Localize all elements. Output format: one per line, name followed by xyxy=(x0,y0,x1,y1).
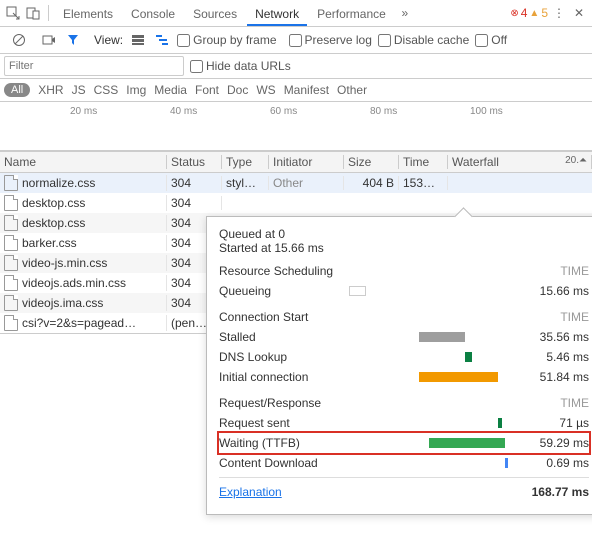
tab-network[interactable]: Network xyxy=(247,3,307,26)
timing-value: 59.29 ms xyxy=(515,436,589,450)
group-by-frame-checkbox[interactable]: Group by frame xyxy=(177,33,276,47)
file-icon xyxy=(4,255,18,271)
timing-value: 51.84 ms xyxy=(515,370,589,384)
disable-cache-checkbox[interactable]: Disable cache xyxy=(378,33,469,47)
timing-tooltip: Queued at 0 Started at 15.66 ms Resource… xyxy=(206,216,592,515)
file-icon xyxy=(4,275,18,291)
timeline-tick: 40 ms xyxy=(170,106,197,117)
error-badge[interactable]: ⊗4 xyxy=(510,6,527,20)
timing-label: Queueing xyxy=(219,284,349,298)
table-header[interactable]: Name Status Type Initiator Size Time Wat… xyxy=(0,151,592,173)
col-initiator[interactable]: Initiator xyxy=(269,155,344,169)
type-doc[interactable]: Doc xyxy=(227,83,248,97)
total-time: 168.77 ms xyxy=(515,485,589,499)
tab-elements[interactable]: Elements xyxy=(55,3,121,26)
view-label: View: xyxy=(94,33,123,47)
timing-label: DNS Lookup xyxy=(219,350,349,364)
timeline-tick: 20 ms xyxy=(70,106,97,117)
device-icon[interactable] xyxy=(24,4,42,22)
timing-bar xyxy=(419,332,465,342)
type-xhr[interactable]: XHR xyxy=(38,83,63,97)
clear-icon[interactable] xyxy=(10,31,28,49)
waterfall-view-icon[interactable] xyxy=(153,31,171,49)
type-font[interactable]: Font xyxy=(195,83,219,97)
table-row[interactable]: normalize.css304styl…Other404 B153… xyxy=(0,173,592,193)
type-other[interactable]: Other xyxy=(337,83,367,97)
col-name[interactable]: Name xyxy=(0,155,167,169)
tab-performance[interactable]: Performance xyxy=(309,3,394,26)
timing-value: 0.69 ms xyxy=(515,456,589,470)
timing-label: Content Download xyxy=(219,456,349,470)
timing-label: Request sent xyxy=(219,416,349,430)
timing-bar xyxy=(419,372,499,382)
file-icon xyxy=(4,195,18,211)
filter-input[interactable] xyxy=(4,56,184,76)
type-ws[interactable]: WS xyxy=(256,83,275,97)
timing-bar xyxy=(429,438,505,448)
filter-icon[interactable] xyxy=(64,31,82,49)
close-icon[interactable]: ✕ xyxy=(570,4,588,22)
timing-bar xyxy=(505,458,508,468)
timing-value: 5.46 ms xyxy=(515,350,589,364)
col-waterfall[interactable]: Waterfall20.⏶ xyxy=(448,155,592,169)
timeline-tick: 80 ms xyxy=(370,106,397,117)
timing-label: Initial connection xyxy=(219,370,349,384)
preserve-log-checkbox[interactable]: Preserve log xyxy=(289,33,372,47)
overview-timeline[interactable]: 20 ms 40 ms 60 ms 80 ms 100 ms xyxy=(0,102,592,151)
file-icon xyxy=(4,295,18,311)
file-icon xyxy=(4,315,18,331)
panel-tabs: ElementsConsoleSourcesNetworkPerformance xyxy=(55,0,394,26)
more-tabs-icon[interactable]: » xyxy=(396,4,414,22)
timing-bar xyxy=(349,286,366,296)
kebab-icon[interactable]: ⋮ xyxy=(550,4,568,22)
timing-bar xyxy=(465,352,472,362)
warning-badge[interactable]: ▲5 xyxy=(529,6,548,20)
col-size[interactable]: Size xyxy=(344,155,399,169)
camera-icon[interactable] xyxy=(40,31,58,49)
type-img[interactable]: Img xyxy=(126,83,146,97)
timing-value: 15.66 ms xyxy=(515,284,589,298)
table-row[interactable]: desktop.css304 xyxy=(0,193,592,213)
type-filter-row: All XHR JS CSS Img Media Font Doc WS Manifest Oth… xyxy=(0,79,592,102)
timing-value: 35.56 ms xyxy=(515,330,589,344)
explanation-link[interactable]: Explanation xyxy=(219,485,282,499)
offline-checkbox[interactable]: Off xyxy=(475,33,507,47)
timing-bar xyxy=(498,418,501,428)
large-rows-icon[interactable] xyxy=(129,31,147,49)
file-icon xyxy=(4,215,18,231)
tab-console[interactable]: Console xyxy=(123,3,183,26)
timeline-tick: 100 ms xyxy=(470,106,503,117)
type-manifest[interactable]: Manifest xyxy=(284,83,329,97)
timing-label: Stalled xyxy=(219,330,349,344)
timing-label: Waiting (TTFB) xyxy=(219,436,349,450)
timing-value: 71 µs xyxy=(515,416,589,430)
type-js[interactable]: JS xyxy=(72,83,86,97)
queued-text: Queued at 0 xyxy=(219,227,589,241)
file-icon xyxy=(4,235,18,251)
col-status[interactable]: Status xyxy=(167,155,222,169)
type-css[interactable]: CSS xyxy=(94,83,119,97)
file-icon xyxy=(4,175,18,191)
col-time[interactable]: Time xyxy=(399,155,448,169)
hide-data-urls-checkbox[interactable]: Hide data URLs xyxy=(190,59,291,73)
col-type[interactable]: Type xyxy=(222,155,269,169)
started-text: Started at 15.66 ms xyxy=(219,241,589,255)
type-media[interactable]: Media xyxy=(154,83,187,97)
inspect-icon[interactable] xyxy=(4,4,22,22)
tab-sources[interactable]: Sources xyxy=(185,3,245,26)
timeline-tick: 60 ms xyxy=(270,106,297,117)
type-all[interactable]: All xyxy=(4,83,30,97)
